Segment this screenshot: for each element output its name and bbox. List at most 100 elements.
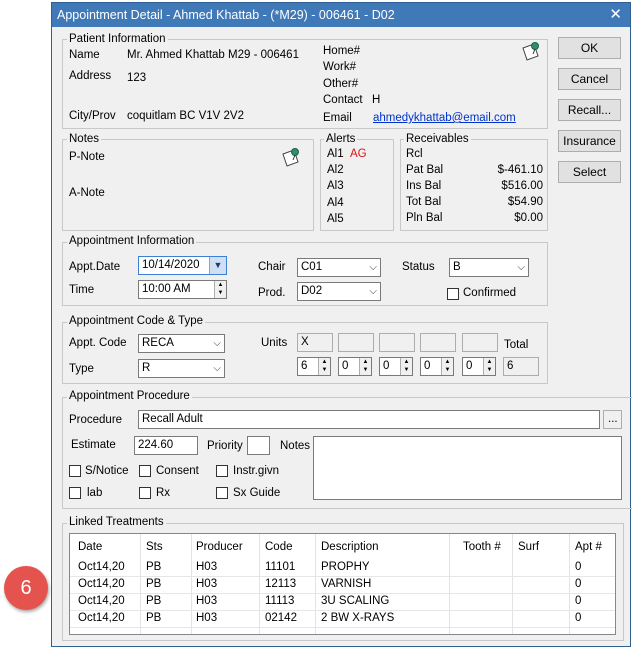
- ins-bal-label: Ins Bal: [406, 180, 442, 192]
- unit-spinner-2[interactable]: 0 ▲ ▼: [338, 357, 372, 376]
- linked-treatments-table[interactable]: Date Sts Producer Code Description Tooth…: [69, 533, 616, 635]
- tot-bal-label: Tot Bal: [406, 196, 442, 208]
- column-header-code[interactable]: Code: [265, 541, 293, 553]
- sx-guide-checkbox[interactable]: [216, 487, 228, 499]
- column-header-sts[interactable]: Sts: [146, 541, 163, 553]
- chevron-down-icon: ⌵: [517, 262, 525, 273]
- total-value: 6: [503, 357, 539, 376]
- unit-box-1[interactable]: X: [297, 333, 333, 352]
- procedure-browse-button[interactable]: ...: [603, 410, 622, 429]
- cell-apt: 0: [575, 561, 582, 573]
- notes-field-label: Notes: [280, 440, 311, 452]
- rx-checkbox[interactable]: [139, 487, 151, 499]
- unit-box-2[interactable]: [338, 333, 374, 352]
- lab-checkbox[interactable]: [69, 487, 81, 499]
- cell-producer: H03: [196, 578, 218, 590]
- unit-spinner-1-value: 6: [301, 360, 308, 372]
- column-header-date[interactable]: Date: [78, 541, 102, 553]
- note-pin-icon[interactable]: [280, 146, 302, 168]
- time-input[interactable]: 10:00 AM ▲ ▼: [138, 280, 227, 299]
- confirmed-label: Confirmed: [463, 287, 517, 299]
- type-label: Type: [69, 363, 94, 375]
- table-row[interactable]: Oct14,20 PB H03 12113 VARNISH 0: [70, 576, 615, 594]
- chair-value: C01: [301, 261, 323, 273]
- ok-button[interactable]: OK: [558, 37, 621, 59]
- spinner-arrows-icon[interactable]: ▲ ▼: [359, 358, 371, 375]
- other-label: Other#: [323, 78, 359, 90]
- cell-description: 2 BW X-RAYS: [321, 612, 395, 624]
- unit-spinner-3[interactable]: 0 ▲ ▼: [379, 357, 413, 376]
- s-notice-checkbox[interactable]: [69, 465, 81, 477]
- unit-box-3[interactable]: [379, 333, 415, 352]
- notes-textarea[interactable]: [313, 436, 622, 500]
- cell-code: 11113: [265, 595, 295, 607]
- column-header-tooth[interactable]: Tooth #: [463, 541, 501, 553]
- address-value: 123: [127, 72, 147, 84]
- column-header-producer[interactable]: Producer: [196, 541, 243, 553]
- status-value: B: [453, 261, 461, 273]
- a-note-label[interactable]: A-Note: [69, 186, 105, 200]
- appt-date-input[interactable]: 10/14/2020 ▼: [138, 256, 227, 275]
- cell-code: 11101: [265, 561, 296, 573]
- estimate-input[interactable]: 224.60: [134, 436, 198, 455]
- name-value: Mr. Ahmed Khattab M29 - 006461: [127, 49, 299, 61]
- appt-date-value: 10/14/2020: [142, 259, 200, 271]
- table-row[interactable]: Oct14,20 PB H03 11113 3U SCALING 0: [70, 593, 615, 611]
- alert-5-label: Al5: [327, 213, 344, 225]
- cell-apt: 0: [575, 595, 582, 607]
- chair-select[interactable]: C01 ⌵: [297, 258, 381, 277]
- cityprov-value: coquitlam BC V1V 2V2: [127, 110, 244, 122]
- spinner-arrows-icon[interactable]: ▲ ▼: [483, 358, 495, 375]
- cancel-button[interactable]: Cancel: [558, 68, 621, 90]
- spinner-arrows-icon[interactable]: ▲ ▼: [400, 358, 412, 375]
- unit-spinner-3-value: 0: [383, 360, 390, 372]
- units-label: Units: [261, 337, 288, 349]
- procedure-group-label: Appointment Procedure: [67, 390, 192, 403]
- appt-code-select[interactable]: RECA ⌵: [138, 334, 225, 353]
- priority-input[interactable]: [247, 436, 270, 455]
- confirmed-checkbox[interactable]: [447, 288, 459, 300]
- unit-spinner-4[interactable]: 0 ▲ ▼: [420, 357, 454, 376]
- unit-spinner-5[interactable]: 0 ▲ ▼: [462, 357, 496, 376]
- home-label: Home#: [323, 45, 361, 57]
- pln-bal-label: Pln Bal: [406, 212, 443, 224]
- cell-apt: 0: [575, 612, 582, 624]
- spinner-arrows-icon[interactable]: ▲ ▼: [318, 358, 330, 375]
- type-select[interactable]: R ⌵: [138, 359, 225, 378]
- estimate-label: Estimate: [71, 439, 116, 451]
- step-callout-badge: 6: [4, 566, 48, 610]
- recall-button[interactable]: Recall...: [558, 99, 621, 121]
- cell-date: Oct14,20: [78, 561, 125, 573]
- calendar-dropdown-icon[interactable]: ▼: [209, 257, 226, 274]
- column-header-surf[interactable]: Surf: [518, 541, 539, 553]
- p-note-label[interactable]: P-Note: [69, 150, 105, 164]
- prod-label: Prod.: [258, 287, 286, 299]
- procedure-input[interactable]: Recall Adult: [138, 410, 600, 429]
- email-link[interactable]: ahmedykhattab@email.com: [373, 111, 516, 125]
- instr-givn-checkbox[interactable]: [216, 465, 228, 477]
- linked-treatments-label: Linked Treatments: [67, 516, 166, 529]
- close-icon[interactable]: ✕: [609, 3, 622, 27]
- consent-checkbox[interactable]: [139, 465, 151, 477]
- time-spinner-icon[interactable]: ▲ ▼: [214, 281, 226, 298]
- unit-box-5[interactable]: [462, 333, 498, 352]
- status-select[interactable]: B ⌵: [449, 258, 529, 277]
- table-row[interactable]: Oct14,20 PB H03 02142 2 BW X-RAYS 0: [70, 610, 615, 628]
- insurance-button[interactable]: Insurance: [558, 130, 621, 152]
- cell-date: Oct14,20: [78, 595, 125, 607]
- chevron-down-icon: ⌵: [213, 338, 221, 349]
- table-row[interactable]: Oct14,20 PB H03 11101 PROPHY 0: [70, 559, 615, 577]
- chevron-down-icon: ⌵: [369, 286, 377, 297]
- column-header-apt[interactable]: Apt #: [575, 541, 602, 553]
- contact-label: Contact: [323, 94, 363, 106]
- unit-spinner-1[interactable]: 6 ▲ ▼: [297, 357, 331, 376]
- spinner-arrows-icon[interactable]: ▲ ▼: [441, 358, 453, 375]
- unit-spinner-5-value: 0: [466, 360, 473, 372]
- prod-select[interactable]: D02 ⌵: [297, 282, 381, 301]
- title-bar[interactable]: Appointment Detail - Ahmed Khattab - (*M…: [52, 3, 630, 27]
- unit-box-4[interactable]: [420, 333, 456, 352]
- column-header-description[interactable]: Description: [321, 541, 379, 553]
- select-button[interactable]: Select: [558, 161, 621, 183]
- note-pin-icon[interactable]: [520, 40, 542, 62]
- appt-code-label: Appt. Code: [69, 337, 127, 349]
